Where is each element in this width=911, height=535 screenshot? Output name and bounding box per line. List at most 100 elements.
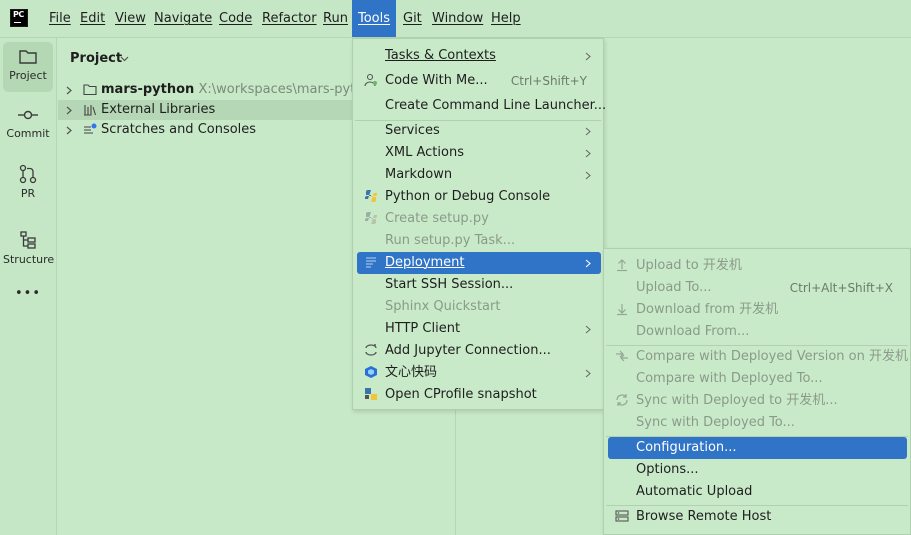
menu-item-label: Start SSH Session...	[385, 277, 514, 292]
scratches-icon	[84, 123, 97, 134]
menu-item-label: Compare with Deployed To...	[636, 371, 823, 386]
project-name: mars-python	[101, 82, 195, 97]
submenu-arrow-icon	[585, 127, 591, 136]
menu-item-shortcut: Ctrl+Alt+Shift+X	[789, 281, 893, 295]
menu-item-label: Upload to 开发机	[636, 258, 742, 273]
pull-request-icon	[19, 164, 37, 184]
menu-navigate[interactable]: Navigate	[154, 0, 212, 37]
compare-icon	[616, 350, 628, 362]
menu-item-label: XML Actions	[385, 145, 464, 160]
tool-structure[interactable]: Structure	[3, 224, 55, 274]
menu-item-http-client[interactable]: HTTP Client	[357, 318, 601, 340]
menu-item-label: Sync with Deployed to 开发机...	[636, 393, 838, 408]
project-tool-window: Project mars-python X:\workspaces\mars-p…	[58, 38, 380, 535]
menu-item-configuration[interactable]: Configuration...	[608, 437, 907, 459]
structure-icon	[20, 231, 36, 249]
menu-item-label: Deployment	[385, 255, 465, 270]
menu-tools[interactable]: Tools	[352, 0, 397, 37]
menu-item-create-launcher[interactable]: Create Command Line Launcher...	[357, 95, 606, 117]
menu-code[interactable]: Code	[219, 0, 252, 37]
tool-pr-label: PR	[20, 187, 36, 200]
menu-item-compare-deployed-to: Compare with Deployed To...	[608, 368, 907, 390]
menu-item-python-console[interactable]: Python or Debug Console	[357, 186, 601, 208]
menu-item-run-setup-task: Run setup.py Task...	[357, 230, 601, 252]
menu-item-label: Python or Debug Console	[385, 189, 551, 204]
menu-item-label: Markdown	[385, 167, 453, 182]
menu-item-shortcut: Ctrl+Shift+Y	[510, 74, 587, 88]
app-logo-text: PC	[13, 10, 24, 19]
menu-item-download-from: Download From...	[608, 321, 907, 343]
tools-menu-popup: Tasks & Contexts Code With Me... Ctrl+Sh…	[352, 38, 606, 410]
menu-item-download-from-host: Download from 开发机	[608, 299, 907, 321]
menu-item-start-ssh[interactable]: Start SSH Session...	[357, 274, 601, 296]
library-icon	[84, 105, 97, 116]
menu-item-automatic-upload[interactable]: Automatic Upload	[608, 481, 907, 503]
tool-commit[interactable]: Commit	[3, 100, 53, 150]
menu-item-code-with-me[interactable]: Code With Me... Ctrl+Shift+Y	[357, 70, 601, 92]
chevron-right-icon[interactable]	[66, 126, 72, 135]
menu-help[interactable]: Help	[491, 0, 521, 37]
remote-host-icon	[615, 510, 629, 522]
chevron-right-icon[interactable]	[66, 106, 72, 115]
menu-item-options[interactable]: Options...	[608, 459, 907, 481]
menu-item-label: Download From...	[636, 324, 750, 339]
menu-item-compare-deployed-on-host: Compare with Deployed Version on 开发机	[608, 346, 908, 368]
project-panel-title[interactable]: Project	[70, 51, 122, 66]
menu-view[interactable]: View	[115, 0, 146, 37]
menu-item-browse-remote-host[interactable]: Browse Remote Host	[608, 506, 907, 528]
menu-item-label: Create setup.py	[385, 211, 489, 226]
menu-item-create-setup-py: Create setup.py	[357, 208, 601, 230]
menu-item-markdown[interactable]: Markdown	[357, 164, 601, 186]
chevron-right-icon[interactable]	[66, 86, 72, 95]
menu-item-tasks-contexts[interactable]: Tasks & Contexts	[357, 45, 601, 67]
submenu-arrow-icon	[585, 369, 591, 378]
menu-item-label: HTTP Client	[385, 321, 461, 336]
tool-more-label: •••	[14, 286, 41, 301]
menu-item-label: Configuration...	[636, 440, 737, 455]
menu-item-label: Create Command Line Launcher...	[385, 98, 607, 113]
code-with-me-icon	[364, 73, 377, 87]
more-icon[interactable]: •••	[3, 286, 53, 308]
tree-row-label: mars-python X:\workspaces\mars-python	[101, 80, 380, 100]
menu-item-label: Run setup.py Task...	[385, 233, 516, 248]
menu-item-comate[interactable]: 文心快码	[357, 362, 601, 384]
menu-item-services[interactable]: Services	[357, 120, 601, 142]
jupyter-icon	[365, 344, 377, 356]
menu-edit[interactable]: Edit	[80, 0, 105, 37]
menu-git[interactable]: Git	[403, 0, 422, 37]
menu-item-label: Code With Me...	[385, 73, 488, 88]
menu-run[interactable]: Run	[323, 0, 348, 37]
baidu-comate-icon	[365, 366, 377, 378]
submenu-arrow-icon	[585, 149, 591, 158]
tree-row-project-root[interactable]: mars-python X:\workspaces\mars-python	[58, 80, 380, 100]
menu-item-label: Upload To...	[636, 280, 712, 295]
tree-row-scratches[interactable]: Scratches and Consoles	[58, 120, 356, 140]
python-icon	[365, 212, 377, 224]
submenu-arrow-icon	[585, 52, 591, 61]
menu-item-label: Sphinx Quickstart	[385, 299, 501, 314]
menu-item-xml-actions[interactable]: XML Actions	[357, 142, 601, 164]
chevron-down-icon[interactable]	[120, 56, 129, 62]
menu-item-label: Services	[385, 123, 440, 138]
menu-file[interactable]: File	[49, 0, 71, 37]
tool-pull-requests[interactable]: PR	[3, 158, 53, 208]
menu-item-label: Automatic Upload	[636, 484, 753, 499]
menu-item-upload-to: Upload To... Ctrl+Alt+Shift+X	[608, 277, 907, 299]
menu-window[interactable]: Window	[432, 0, 483, 37]
folder-icon	[83, 84, 97, 96]
deployment-submenu-popup: Upload to 开发机 Upload To... Ctrl+Alt+Shif…	[603, 248, 911, 535]
upload-icon	[617, 259, 627, 272]
menu-item-label: Browse Remote Host	[636, 509, 772, 524]
menu-item-deployment[interactable]: Deployment	[357, 252, 601, 274]
main-menu-bar: PC File Edit View Navigate Code Refactor…	[0, 0, 911, 38]
tool-project[interactable]: Project	[3, 42, 53, 92]
menu-item-open-cprofile[interactable]: Open CProfile snapshot	[357, 384, 601, 406]
tool-structure-label: Structure	[3, 253, 55, 266]
menu-item-sync-deployed-to: Sync with Deployed To...	[608, 412, 907, 434]
pycharm-logo-icon[interactable]: PC	[10, 9, 28, 27]
menu-item-add-jupyter[interactable]: Add Jupyter Connection...	[357, 340, 601, 362]
menu-refactor[interactable]: Refactor	[262, 0, 317, 37]
tree-row-external-libraries[interactable]: External Libraries	[58, 100, 356, 120]
python-icon	[365, 190, 377, 202]
tree-row-label: Scratches and Consoles	[101, 122, 257, 137]
